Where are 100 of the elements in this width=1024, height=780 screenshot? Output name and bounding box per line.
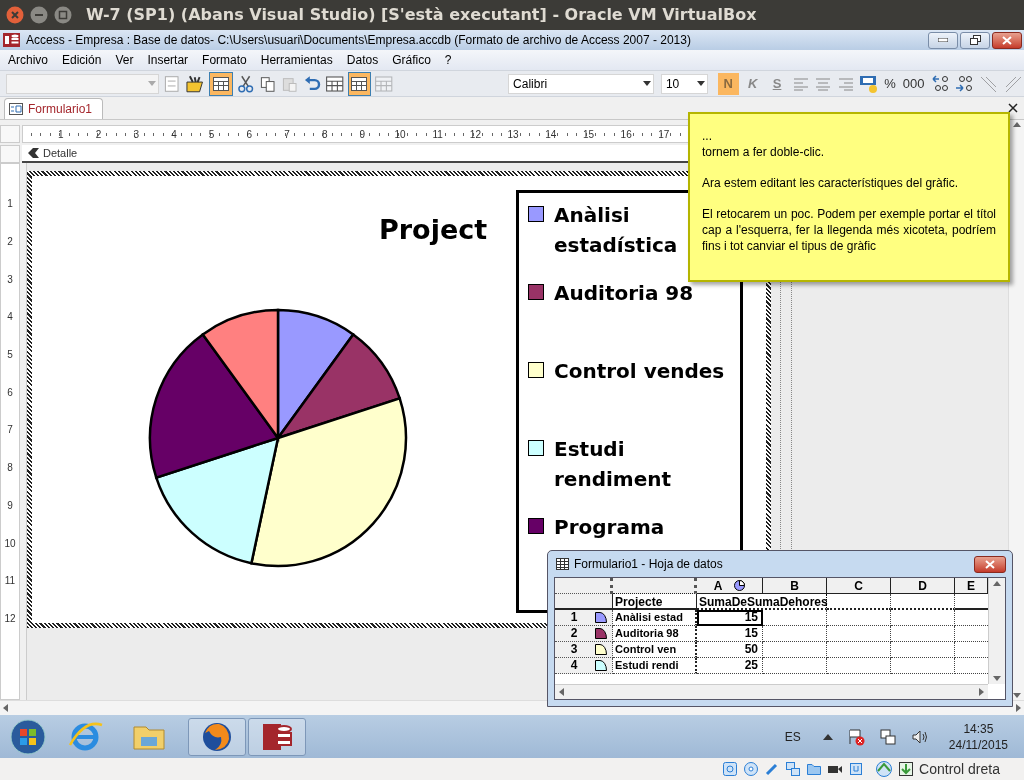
restore-button[interactable] bbox=[960, 31, 990, 49]
legend-label: Control vendes bbox=[554, 359, 725, 383]
legend-label: Auditoria 98 bbox=[554, 281, 694, 305]
ruler-number: 14 bbox=[545, 127, 557, 142]
table-cell[interactable]: 25 bbox=[697, 658, 763, 674]
row-selector-header[interactable] bbox=[555, 594, 613, 610]
close-icon[interactable] bbox=[1008, 103, 1018, 113]
grid-view-button[interactable] bbox=[347, 71, 371, 96]
number-format-button[interactable]: % bbox=[882, 72, 898, 95]
legend-label: Anàlisi estadística bbox=[554, 203, 678, 257]
restore-icon bbox=[969, 35, 981, 45]
grid-icon bbox=[374, 73, 394, 94]
ruler-number: 1 bbox=[58, 127, 64, 142]
column-header[interactable]: D bbox=[891, 578, 955, 594]
table-cell: Estudi rendi bbox=[613, 658, 697, 674]
close-button[interactable] bbox=[992, 31, 1022, 49]
menu-item[interactable]: Herramientas bbox=[260, 51, 333, 69]
window-title: Access - Empresa : Base de datos- C:\Users\usuari\Documents\Empresa.accdb (Formato de archivo de Access 2007 - 2013) bbox=[26, 32, 691, 49]
ruler-number: 9 bbox=[359, 127, 366, 142]
table-cell bbox=[827, 594, 891, 610]
font-combo[interactable]: Calibri bbox=[508, 73, 654, 94]
scroll-down-icon[interactable] bbox=[993, 676, 1001, 681]
menu-item[interactable]: Archivo bbox=[8, 51, 48, 69]
scroll-up-icon[interactable] bbox=[1012, 122, 1021, 127]
ruler-number: 8 bbox=[321, 127, 328, 142]
browser-globe-icon bbox=[201, 720, 233, 753]
download-icon[interactable] bbox=[898, 761, 915, 777]
ruler-number: 2 bbox=[7, 235, 13, 250]
taskbar-button[interactable] bbox=[248, 717, 306, 756]
window-title: Formulario1 - Hoja de datos bbox=[574, 556, 723, 573]
table-cell bbox=[827, 658, 891, 674]
row-selector-header[interactable] bbox=[555, 578, 613, 594]
scroll-left-icon[interactable] bbox=[3, 704, 8, 712]
table-cell bbox=[827, 626, 891, 642]
maximize-icon[interactable] bbox=[54, 6, 72, 24]
font-size-combo[interactable]: 10 bbox=[660, 73, 708, 94]
ruler-number: 7 bbox=[7, 423, 13, 438]
ruler-number: 12 bbox=[4, 611, 16, 626]
database-icon bbox=[3, 32, 20, 48]
start-button-icon[interactable] bbox=[10, 718, 46, 755]
table-cell bbox=[763, 658, 827, 674]
scroll-left-icon[interactable] bbox=[559, 688, 564, 696]
legend-label: Estudi rendiment bbox=[554, 437, 672, 491]
cut-icon[interactable] bbox=[235, 73, 255, 94]
dropdown-arrow-icon bbox=[696, 81, 705, 86]
column-header[interactable]: B bbox=[763, 578, 827, 594]
row-selector[interactable]: 2 bbox=[555, 626, 613, 642]
datasheet-view-button[interactable] bbox=[209, 71, 233, 96]
taskbar-button[interactable] bbox=[188, 717, 246, 756]
ruler-number: 3 bbox=[133, 127, 139, 142]
flag-error-icon[interactable] bbox=[846, 727, 865, 746]
column-header[interactable]: E bbox=[955, 578, 988, 594]
row-selector[interactable]: 4 bbox=[555, 658, 613, 674]
number-format-button[interactable]: 000 bbox=[900, 72, 927, 95]
close-button[interactable] bbox=[974, 555, 1006, 573]
optical-disc-icon[interactable] bbox=[743, 761, 760, 777]
document-tab[interactable]: Formulario1 bbox=[4, 98, 104, 119]
ruler-number: 13 bbox=[507, 127, 519, 142]
menu-item[interactable]: Ver bbox=[115, 51, 134, 69]
table-cell[interactable]: 15 bbox=[697, 626, 763, 642]
close-icon bbox=[1002, 35, 1012, 45]
show-hidden-icons-icon[interactable] bbox=[822, 733, 833, 740]
table-cell[interactable]: 50 bbox=[697, 642, 763, 658]
ruler-number: 11 bbox=[432, 127, 443, 142]
minimize-icon[interactable] bbox=[30, 6, 48, 24]
scroll-right-icon[interactable] bbox=[979, 688, 984, 696]
clock-date[interactable]: 24/11/2015 bbox=[948, 736, 1008, 753]
ruler-number: 10 bbox=[394, 127, 406, 142]
vertical-scrollbar[interactable] bbox=[988, 578, 1005, 684]
currency-icon[interactable] bbox=[857, 73, 880, 94]
menu-item[interactable]: Insertar bbox=[147, 51, 189, 69]
menu-item[interactable]: Gráfico bbox=[392, 51, 431, 69]
ruler-number: 16 bbox=[620, 127, 632, 142]
column-header[interactable] bbox=[613, 578, 697, 594]
table-cell[interactable]: 15 bbox=[697, 610, 763, 626]
scroll-right-icon[interactable] bbox=[1016, 704, 1021, 712]
column-header[interactable]: A bbox=[697, 578, 763, 594]
horizontal-scrollbar[interactable] bbox=[555, 684, 988, 699]
menu-item[interactable]: ? bbox=[444, 51, 452, 69]
ruler-number: 5 bbox=[208, 127, 215, 142]
pie-icon bbox=[734, 580, 746, 591]
network-icon[interactable] bbox=[785, 761, 802, 777]
section-arrow-icon bbox=[28, 148, 39, 158]
shared-folder-icon[interactable] bbox=[806, 761, 823, 777]
ruler-number: 10 bbox=[4, 536, 16, 551]
decrease-decimals-icon[interactable] bbox=[929, 73, 951, 94]
menu-item[interactable]: Datos bbox=[346, 51, 379, 69]
clock-time[interactable]: 14:35 bbox=[963, 720, 994, 737]
network-icon[interactable] bbox=[878, 727, 897, 746]
chip-icon[interactable] bbox=[848, 761, 865, 777]
row-selector[interactable]: 1 bbox=[555, 610, 613, 626]
table-icon bbox=[211, 74, 230, 93]
menu-item[interactable]: Edición bbox=[62, 51, 102, 69]
menu-item[interactable]: Formato bbox=[202, 51, 247, 69]
language-indicator[interactable]: ES bbox=[784, 727, 801, 746]
scroll-down-icon[interactable] bbox=[1012, 693, 1021, 698]
scroll-up-icon[interactable] bbox=[993, 581, 1001, 586]
row-selector[interactable]: 3 bbox=[555, 642, 613, 658]
column-header[interactable]: C bbox=[827, 578, 891, 594]
grid-icon[interactable] bbox=[325, 73, 345, 94]
